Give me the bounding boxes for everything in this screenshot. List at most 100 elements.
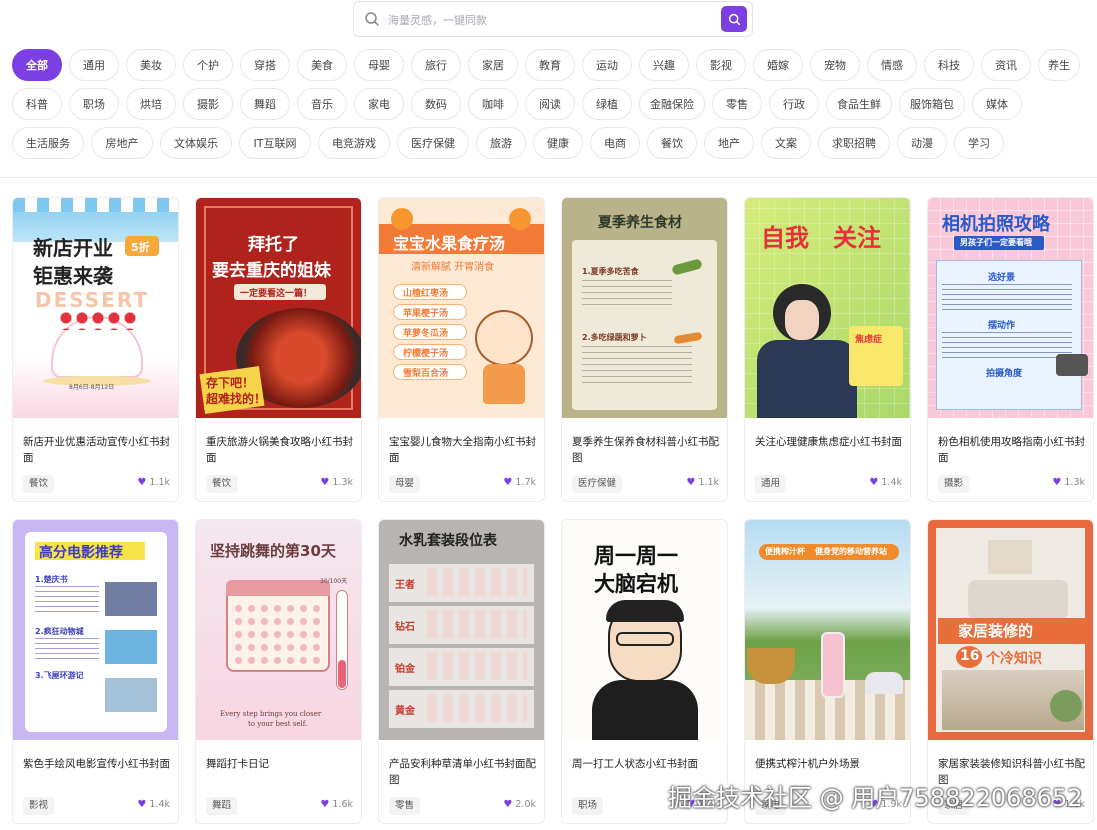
tag-0-6[interactable]: 母婴 xyxy=(354,49,404,81)
tag-1-9[interactable]: 阅读 xyxy=(525,88,575,120)
tag-2-1[interactable]: 房地产 xyxy=(91,127,153,159)
tag-0-9[interactable]: 教育 xyxy=(525,49,575,81)
card-likes[interactable]: ♥ 1.6k xyxy=(320,799,353,810)
card-category-tag[interactable]: 医疗保健 xyxy=(572,475,623,493)
search-button[interactable] xyxy=(721,6,747,32)
tag-2-6[interactable]: 旅游 xyxy=(476,127,526,159)
card-category-tag[interactable]: 通用 xyxy=(755,475,787,493)
tag-0-0[interactable]: 全部 xyxy=(12,49,62,81)
tag-2-4[interactable]: 电竞游戏 xyxy=(318,127,390,159)
template-card[interactable]: 相机拍照攻略 男孩子们一定要看哦 选好景 摆动作 拍摄角度 粉色相机使用攻略指南… xyxy=(927,197,1094,502)
card-category-tag[interactable]: 餐饮 xyxy=(23,475,55,493)
tag-2-8[interactable]: 电商 xyxy=(590,127,640,159)
tag-1-7[interactable]: 数码 xyxy=(411,88,461,120)
tag-0-3[interactable]: 个护 xyxy=(183,49,233,81)
tag-1-11[interactable]: 金融保险 xyxy=(639,88,705,120)
card-category-tag[interactable]: 影视 xyxy=(23,797,55,815)
tag-0-10[interactable]: 运动 xyxy=(582,49,632,81)
card-likes[interactable]: ♥ 1.4k xyxy=(869,477,902,488)
tag-2-5[interactable]: 医疗保健 xyxy=(397,127,469,159)
tag-2-2[interactable]: 文体娱乐 xyxy=(160,127,232,159)
tag-row: 全部 通用 美妆 个护 穿搭 美食 母婴 旅行 家居 教育 运动 兴趣 影视 婚嫁 宠物 情感 科技 资讯 养生 xyxy=(12,49,1094,83)
tag-2-7[interactable]: 健康 xyxy=(533,127,583,159)
tag-2-9[interactable]: 餐饮 xyxy=(647,127,697,159)
tag-0-8[interactable]: 家居 xyxy=(468,49,518,81)
tag-1-10[interactable]: 绿植 xyxy=(582,88,632,120)
card-thumbnail[interactable]: 坚持跳舞的第30天 30/100天 Every step brings you … xyxy=(196,520,361,740)
tag-1-6[interactable]: 家电 xyxy=(354,88,404,120)
tag-1-0[interactable]: 科普 xyxy=(12,88,62,120)
card-likes[interactable]: ♥ 1.3k xyxy=(320,477,353,488)
template-card[interactable]: 宝宝水果食疗汤 清新解腻 开胃消食 山楂红枣汤 苹果梗子汤 苹萝冬瓜汤 柠檬梗子汤 雪梨… xyxy=(378,197,545,502)
tag-2-14[interactable]: 学习 xyxy=(954,127,1004,159)
template-card[interactable]: 高分电影推荐 1.楚庆书 2.疯狂动物城 3.飞屋环游记 紫色手绘风电影宣传小红… xyxy=(12,519,179,824)
tag-1-1[interactable]: 职场 xyxy=(69,88,119,120)
card-thumbnail[interactable]: 自我 关注 焦虑症 xyxy=(745,198,910,418)
card-likes[interactable]: ♥ 1.7k xyxy=(503,477,536,488)
card-thumbnail[interactable]: 夏季养生食材 1.夏季多吃苦食 2.多吃绿蔬和萝卜 xyxy=(562,198,727,418)
tag-1-12[interactable]: 零售 xyxy=(712,88,762,120)
card-thumbnail[interactable]: 水乳套装段位表 王者 钻石 铂金 黄金 xyxy=(379,520,544,740)
card-likes[interactable]: ♥ 1.1k xyxy=(686,477,719,488)
card-likes[interactable]: ♥ 1.4k xyxy=(137,799,170,810)
card-thumbnail[interactable]: 新店开业 钜惠来袭 5折 DESSERT 8月6日-8月12日 xyxy=(13,198,178,418)
tag-0-5[interactable]: 美食 xyxy=(297,49,347,81)
tag-1-14[interactable]: 食品生鲜 xyxy=(826,88,892,120)
tag-1-4[interactable]: 舞蹈 xyxy=(240,88,290,120)
tag-0-13[interactable]: 婚嫁 xyxy=(753,49,803,81)
tag-0-1[interactable]: 通用 xyxy=(69,49,119,81)
card-category-tag[interactable]: 零售 xyxy=(389,797,421,815)
card-thumbnail[interactable]: 宝宝水果食疗汤 清新解腻 开胃消食 山楂红枣汤 苹果梗子汤 苹萝冬瓜汤 柠檬梗子汤 雪梨… xyxy=(379,198,544,418)
template-card[interactable]: 拜托了 要去重庆的姐妹 一定要看这一篇！ 存下吧！ 超难找的！ 重庆旅游火锅美食… xyxy=(195,197,362,502)
tag-2-13[interactable]: 动漫 xyxy=(897,127,947,159)
template-card[interactable]: 自我 关注 焦虑症 关注心理健康焦虑症小红书封面 通用 ♥ 1.4k xyxy=(744,197,911,502)
tag-1-3[interactable]: 摄影 xyxy=(183,88,233,120)
thumb-text: 拍摄角度 xyxy=(986,369,1023,379)
tag-2-10[interactable]: 地产 xyxy=(704,127,754,159)
card-category-tag[interactable]: 摄影 xyxy=(938,475,970,493)
tag-2-3[interactable]: IT互联网 xyxy=(239,127,311,159)
tag-1-16[interactable]: 媒体 xyxy=(972,88,1022,120)
card-category-tag[interactable]: 舞蹈 xyxy=(206,797,238,815)
card-thumbnail[interactable]: 高分电影推荐 1.楚庆书 2.疯狂动物城 3.飞屋环游记 xyxy=(13,520,178,740)
card-thumbnail[interactable]: 便携榨汁杯 健身党的移动营养站 xyxy=(745,520,910,740)
tag-1-8[interactable]: 咖啡 xyxy=(468,88,518,120)
tag-0-18[interactable]: 养生 xyxy=(1038,49,1080,81)
tag-0-17[interactable]: 资讯 xyxy=(981,49,1031,81)
tag-0-16[interactable]: 科技 xyxy=(924,49,974,81)
tag-0-2[interactable]: 美妆 xyxy=(126,49,176,81)
tag-1-15[interactable]: 服饰箱包 xyxy=(899,88,965,120)
thumb-text: 雪梨百合汤 xyxy=(403,369,449,379)
tag-0-15[interactable]: 情感 xyxy=(867,49,917,81)
card-likes[interactable]: ♥ 2.0k xyxy=(503,799,536,810)
card-category-tag[interactable]: 职场 xyxy=(572,797,604,815)
template-card[interactable]: 水乳套装段位表 王者 钻石 铂金 黄金 产品安利种草清单小红书封面配图 零售 ♥ 2.… xyxy=(378,519,545,824)
search-input[interactable] xyxy=(388,8,718,32)
template-card[interactable]: 夏季养生食材 1.夏季多吃苦食 2.多吃绿蔬和萝卜 夏季养生保养食材科普小红书配… xyxy=(561,197,728,502)
tag-2-0[interactable]: 生活服务 xyxy=(12,127,84,159)
tag-0-14[interactable]: 宠物 xyxy=(810,49,860,81)
template-card[interactable]: 新店开业 钜惠来袭 5折 DESSERT 8月6日-8月12日 新店开业优惠活动… xyxy=(12,197,179,502)
tag-1-2[interactable]: 烘培 xyxy=(126,88,176,120)
tag-2-12[interactable]: 求职招聘 xyxy=(818,127,890,159)
card-category-tag[interactable]: 母婴 xyxy=(389,475,421,493)
tag-0-12[interactable]: 影视 xyxy=(696,49,746,81)
card-thumbnail[interactable]: 拜托了 要去重庆的姐妹 一定要看这一篇！ 存下吧！ 超难找的！ xyxy=(196,198,361,418)
tag-2-11[interactable]: 文案 xyxy=(761,127,811,159)
template-card[interactable]: 坚持跳舞的第30天 30/100天 Every step brings you … xyxy=(195,519,362,824)
tag-0-11[interactable]: 兴趣 xyxy=(639,49,689,81)
tag-0-7[interactable]: 旅行 xyxy=(411,49,461,81)
card-likes[interactable]: ♥ 1.3k xyxy=(1052,477,1085,488)
like-count: 1.3k xyxy=(332,477,353,488)
card-thumbnail[interactable]: 家居装修的 16 个冷知识 xyxy=(928,520,1093,740)
movie-poster xyxy=(105,582,157,616)
card-thumbnail[interactable]: 相机拍照攻略 男孩子们一定要看哦 选好景 摆动作 拍摄角度 xyxy=(928,198,1093,418)
card-thumbnail[interactable]: 周一周一 大脑宕机 xyxy=(562,520,727,740)
card-category-tag[interactable]: 餐饮 xyxy=(206,475,238,493)
tag-0-4[interactable]: 穿搭 xyxy=(240,49,290,81)
search-bar[interactable] xyxy=(353,1,753,37)
thumb-text: 王者 xyxy=(395,580,415,591)
tag-1-13[interactable]: 行政 xyxy=(769,88,819,120)
tag-1-5[interactable]: 音乐 xyxy=(297,88,347,120)
card-likes[interactable]: ♥ 1.1k xyxy=(137,477,170,488)
